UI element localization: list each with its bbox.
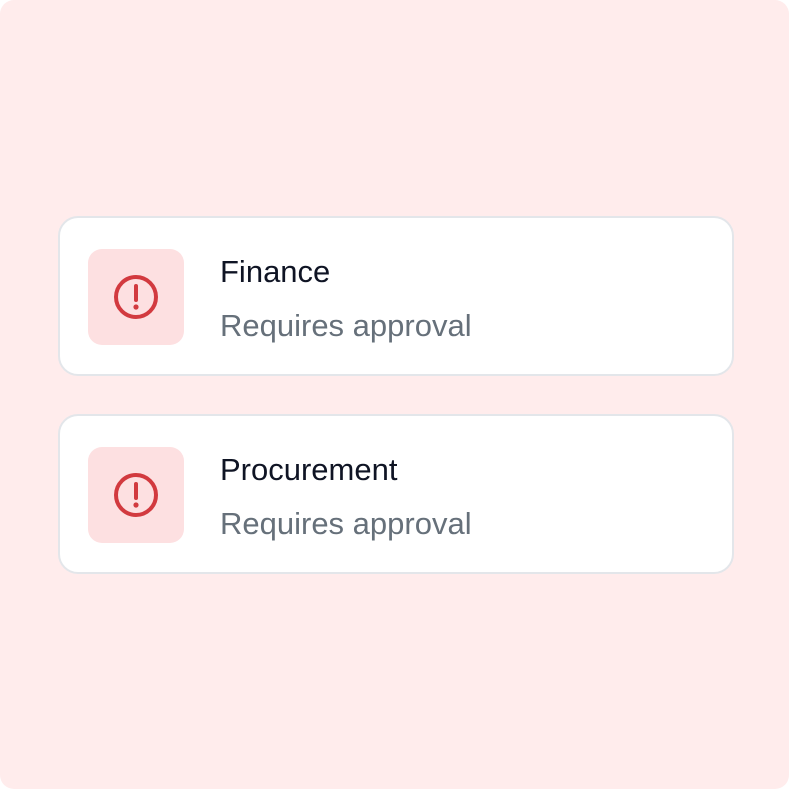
approval-status: Requires approval bbox=[220, 506, 472, 541]
approval-title: Finance bbox=[220, 254, 331, 289]
alert-circle-icon bbox=[114, 473, 158, 517]
alert-icon-tile bbox=[88, 447, 184, 543]
approval-card-finance[interactable]: Finance Requires approval bbox=[58, 216, 734, 376]
alert-icon-tile bbox=[88, 249, 184, 345]
approval-card-procurement[interactable]: Procurement Requires approval bbox=[58, 414, 734, 574]
alert-circle-icon bbox=[114, 275, 158, 319]
approval-status: Requires approval bbox=[220, 308, 472, 343]
approval-panel: Finance Requires approval Procurement Re… bbox=[0, 0, 789, 789]
approval-title: Procurement bbox=[220, 452, 398, 487]
